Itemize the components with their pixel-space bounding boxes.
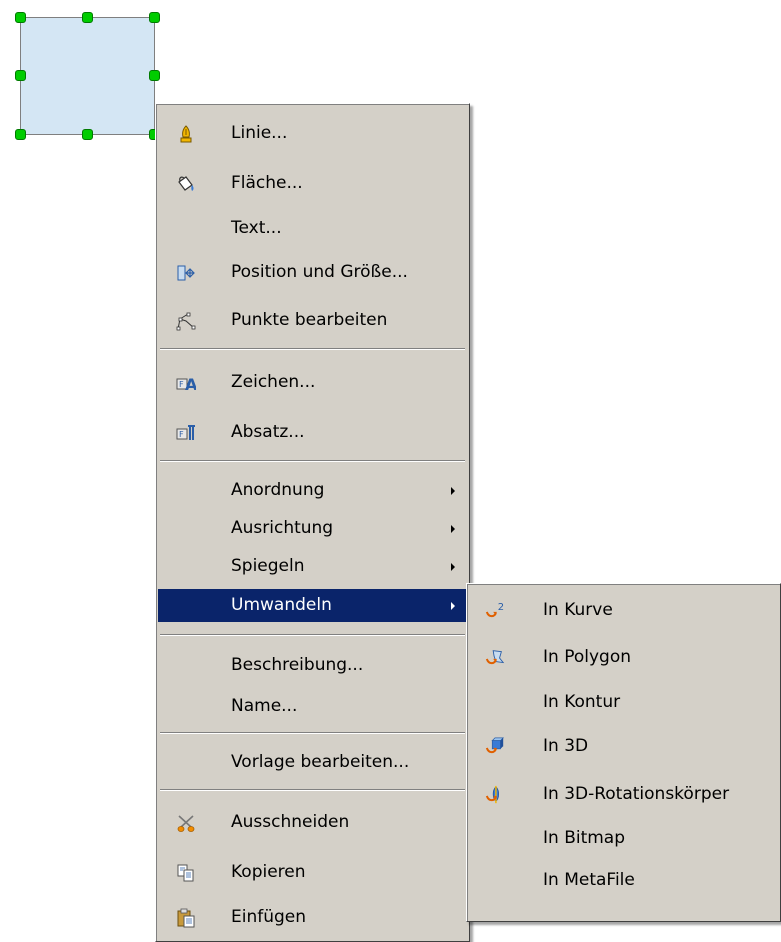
submenu-item-label: In 3D-Rotationskörper xyxy=(543,784,730,804)
svg-text:A: A xyxy=(185,375,196,393)
resize-handle-top-left[interactable] xyxy=(15,12,26,23)
menu-item-label: Anordnung xyxy=(231,480,325,500)
resize-handle-bottom-left[interactable] xyxy=(15,129,26,140)
menu-item-label: Vorlage bearbeiten... xyxy=(231,752,410,772)
submenu-arrow-icon xyxy=(451,525,455,533)
menu-item-paragraph[interactable]: F Absatz... xyxy=(158,416,467,449)
selected-rectangle-shape[interactable] xyxy=(20,17,155,135)
submenu-arrow-icon xyxy=(451,563,455,571)
submenu-item-to-bitmap[interactable]: In Bitmap xyxy=(469,822,778,855)
menu-item-label: Punkte bearbeiten xyxy=(231,310,388,330)
submenu-arrow-icon xyxy=(451,602,455,610)
scissors-icon xyxy=(177,815,195,832)
svg-text:F: F xyxy=(179,380,184,389)
menu-item-label: Ausschneiden xyxy=(231,812,350,832)
menu-item-paste[interactable]: Einfügen xyxy=(158,901,467,934)
svg-text:F: F xyxy=(179,430,184,439)
menu-item-label: Absatz... xyxy=(231,422,305,442)
edit-points-icon xyxy=(176,312,196,331)
menu-item-description[interactable]: Beschreibung... xyxy=(158,649,467,682)
submenu-item-label: In Polygon xyxy=(543,647,631,667)
menu-item-convert[interactable]: Umwandeln xyxy=(158,589,467,622)
menu-item-label: Linie... xyxy=(231,123,288,143)
to-3d-rotation-icon xyxy=(485,785,499,804)
menu-item-label: Kopieren xyxy=(231,862,306,882)
menu-separator xyxy=(160,732,465,734)
resize-handle-left[interactable] xyxy=(15,70,26,81)
menu-item-label: Umwandeln xyxy=(231,595,332,615)
line-pen-icon xyxy=(180,125,192,143)
menu-separator xyxy=(160,634,465,636)
menu-item-label: Ausrichtung xyxy=(231,518,334,538)
submenu-item-to-metafile[interactable]: In MetaFile xyxy=(469,864,778,897)
menu-item-cut[interactable]: Ausschneiden xyxy=(158,806,467,839)
paste-icon xyxy=(177,908,195,928)
position-size-icon xyxy=(177,265,195,281)
paint-bucket-icon xyxy=(178,176,194,191)
submenu-item-label: In Kurve xyxy=(543,600,613,620)
to-curve-icon: 2 xyxy=(485,602,504,618)
to-polygon-icon xyxy=(485,650,505,665)
menu-separator xyxy=(160,460,465,462)
resize-handle-top[interactable] xyxy=(82,12,93,23)
submenu-item-label: In Kontur xyxy=(543,692,621,712)
menu-item-alignment[interactable]: Ausrichtung xyxy=(158,512,467,545)
paragraph-icon: F xyxy=(176,425,195,440)
copy-icon xyxy=(177,864,194,882)
menu-item-label: Einfügen xyxy=(231,907,307,927)
resize-handle-top-right[interactable] xyxy=(149,12,160,23)
menu-item-edit-style[interactable]: Vorlage bearbeiten... xyxy=(158,746,467,779)
menu-item-copy[interactable]: Kopieren xyxy=(158,856,467,889)
submenu-item-label: In MetaFile xyxy=(543,870,635,890)
submenu-item-to-curve[interactable]: 2 In Kurve xyxy=(469,594,778,627)
convert-submenu: 2 In Kurve In Polygon In Kontur In 3D In… xyxy=(466,583,781,922)
resize-handle-bottom[interactable] xyxy=(82,129,93,140)
menu-item-label: Position und Größe... xyxy=(231,262,408,282)
menu-item-text[interactable]: Text... xyxy=(158,212,467,245)
menu-item-flip[interactable]: Spiegeln xyxy=(158,550,467,583)
menu-item-label: Text... xyxy=(231,218,282,238)
submenu-item-to-3d-rotation[interactable]: In 3D-Rotationskörper xyxy=(469,778,778,811)
submenu-item-label: In Bitmap xyxy=(543,828,626,848)
menu-item-label: Zeichen... xyxy=(231,372,316,392)
submenu-item-to-3d[interactable]: In 3D xyxy=(469,730,778,763)
submenu-item-to-contour[interactable]: In Kontur xyxy=(469,686,778,719)
menu-item-character[interactable]: F A Zeichen... xyxy=(158,366,467,399)
menu-item-edit-points[interactable]: Punkte bearbeiten xyxy=(158,304,467,337)
menu-item-label: Beschreibung... xyxy=(231,655,364,675)
menu-separator xyxy=(160,348,465,350)
menu-item-line[interactable]: Linie... xyxy=(158,117,467,150)
menu-item-area[interactable]: Fläche... xyxy=(158,167,467,200)
menu-item-arrange[interactable]: Anordnung xyxy=(158,474,467,507)
menu-item-label: Spiegeln xyxy=(231,556,305,576)
svg-text:2: 2 xyxy=(498,602,504,613)
menu-separator xyxy=(160,789,465,791)
menu-item-name[interactable]: Name... xyxy=(158,690,467,723)
menu-item-position-size[interactable]: Position und Größe... xyxy=(158,256,467,289)
submenu-arrow-icon xyxy=(451,487,455,495)
menu-item-label: Fläche... xyxy=(231,173,303,193)
menu-item-label: Name... xyxy=(231,696,298,716)
context-menu: Linie... Fläche... Text... Position und … xyxy=(155,103,470,942)
submenu-item-to-polygon[interactable]: In Polygon xyxy=(469,641,778,674)
character-icon: F A xyxy=(176,375,196,393)
submenu-item-label: In 3D xyxy=(543,736,589,756)
resize-handle-right[interactable] xyxy=(149,70,160,81)
to-3d-icon xyxy=(485,737,505,754)
